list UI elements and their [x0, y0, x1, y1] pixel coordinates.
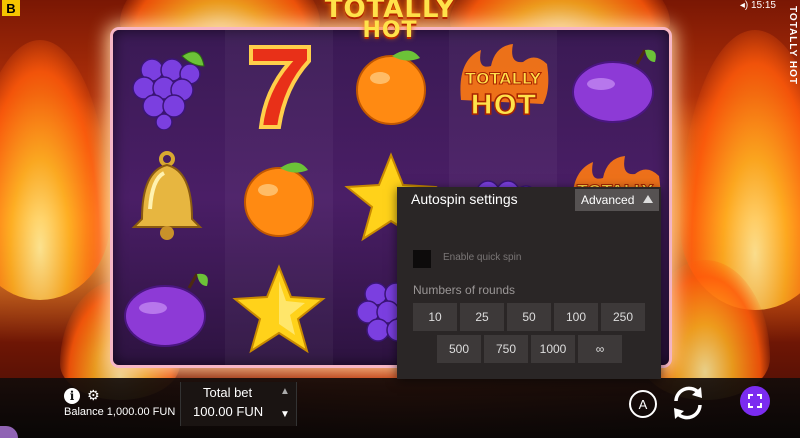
quick-spin-label: Enable quick spin	[443, 252, 522, 263]
info-icon[interactable]: i	[64, 388, 80, 404]
total-bet-value: 100.00 FUN	[193, 404, 264, 419]
fullscreen-button[interactable]	[740, 386, 770, 416]
plum-symbol	[561, 30, 669, 140]
reel-2	[225, 30, 333, 365]
rounds-option-infinite[interactable]: ∞	[578, 335, 622, 363]
advanced-label: Advanced	[581, 193, 635, 207]
sound-clock-indicator[interactable]: ◂) 15:15	[740, 0, 776, 11]
advanced-toggle-button[interactable]: Advanced	[575, 189, 659, 211]
bell-symbol	[113, 142, 221, 252]
autoplay-button[interactable]: A	[629, 390, 657, 418]
bet-decrease-arrow-icon[interactable]: ▼	[280, 409, 290, 420]
reel-1	[113, 30, 221, 365]
total-bet-label: Total bet	[203, 385, 253, 400]
game-title-logo: TOTALLY HOT	[300, 0, 480, 42]
brand-logo: B	[2, 0, 20, 16]
rounds-option-100[interactable]: 100	[554, 303, 598, 331]
fullscreen-icon	[748, 394, 762, 408]
autospin-settings-panel: Autospin settings Advanced Enable quick …	[397, 187, 661, 379]
rounds-option-1000[interactable]: 1000	[531, 335, 575, 363]
rounds-option-750[interactable]: 750	[484, 335, 528, 363]
rounds-option-10[interactable]: 10	[413, 303, 457, 331]
rounds-option-25[interactable]: 25	[460, 303, 504, 331]
grapes-symbol	[113, 30, 221, 140]
rounds-option-500[interactable]: 500	[437, 335, 481, 363]
plum-symbol	[113, 254, 221, 364]
orange-symbol	[337, 30, 445, 140]
star-symbol	[225, 254, 333, 364]
svg-text:HOT: HOT	[470, 88, 536, 121]
quick-spin-checkbox[interactable]	[413, 250, 431, 268]
rounds-option-50[interactable]: 50	[507, 303, 551, 331]
spin-button[interactable]	[668, 383, 708, 423]
totally-hot-symbol: TOTALLY HOT	[449, 30, 557, 140]
chevron-up-icon	[643, 195, 653, 203]
balance-display: Balance 1,000.00 FUN	[64, 406, 176, 418]
autospin-settings-title: Autospin settings	[411, 191, 518, 207]
bet-increase-arrow-icon[interactable]: ▲	[280, 386, 290, 397]
rounds-option-250[interactable]: 250	[601, 303, 645, 331]
side-game-title: TOTALLY HOT	[787, 6, 798, 85]
orange-symbol	[225, 142, 333, 252]
svg-text:TOTALLY: TOTALLY	[465, 69, 541, 88]
rounds-label: Numbers of rounds	[413, 283, 516, 297]
spin-arrows-icon	[674, 386, 702, 420]
gear-icon[interactable]: ⚙	[87, 387, 100, 404]
seven-symbol	[225, 30, 333, 140]
